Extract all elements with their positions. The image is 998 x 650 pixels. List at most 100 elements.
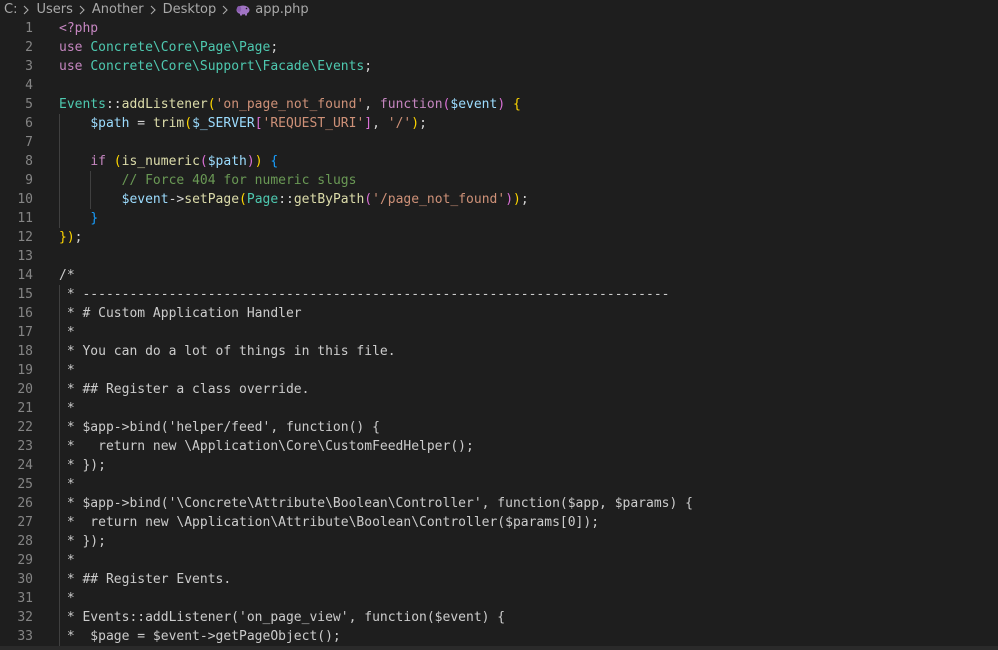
code-token: [: [254, 116, 263, 131]
code-line[interactable]: 3 use Concrete\Core\Support\Facade\Events…: [0, 57, 998, 76]
line-number: 28: [17, 534, 33, 549]
horizontal-scrollbar[interactable]: [0, 646, 998, 650]
code-token: *: [59, 325, 75, 340]
code-text: * You can do a lot of things in this fil…: [59, 342, 396, 361]
code-token: * ## Register Events.: [59, 572, 232, 587]
code-line[interactable]: 33 * $page = $event->getPageObject();: [0, 627, 998, 646]
code-line[interactable]: 28 * });: [0, 532, 998, 551]
line-number: 13: [17, 249, 33, 264]
code-line[interactable]: 14 /*: [0, 266, 998, 285]
code-token: (: [184, 116, 193, 131]
line-number: 4: [25, 78, 33, 93]
code-line[interactable]: 7: [0, 133, 998, 152]
code-token: ): [513, 192, 521, 207]
code-token: (: [207, 97, 216, 112]
code-line[interactable]: 2 use Concrete\Core\Page\Page;: [0, 38, 998, 57]
code-token: * Events::addListener('on_page_view', fu…: [59, 610, 506, 625]
code-line[interactable]: 5 Events::addListener('on_page_not_found'…: [0, 95, 998, 114]
code-text: }: [59, 209, 98, 228]
php-elephant-icon: [235, 4, 251, 16]
chevron-right-icon: [149, 5, 158, 15]
breadcrumb-another[interactable]: Another: [92, 2, 144, 17]
code-line[interactable]: 27 * return new \Application\Attribute\B…: [0, 513, 998, 532]
code-line[interactable]: 18 * You can do a lot of things in this …: [0, 342, 998, 361]
code-text: use Concrete\Core\Page\Page;: [59, 38, 278, 57]
code-token: ;: [74, 230, 83, 245]
code-token: 'REQUEST_URI': [262, 116, 365, 131]
code-line[interactable]: 11 }: [0, 209, 998, 228]
code-line[interactable]: 23 * return new \Application\Core\Custom…: [0, 437, 998, 456]
code-line[interactable]: 6 $path = trim($_SERVER['REQUEST_URI'], …: [0, 114, 998, 133]
code-token: ;: [520, 192, 529, 207]
code-line[interactable]: 32 * Events::addListener('on_page_view',…: [0, 608, 998, 627]
code-text: *: [59, 589, 75, 608]
code-token: * # Custom Application Handler: [59, 306, 302, 321]
code-token: // Force 404 for numeric slugs: [121, 173, 357, 188]
line-number: 3: [25, 59, 33, 74]
code-line[interactable]: 31 *: [0, 589, 998, 608]
code-text: * return new \Application\Attribute\Bool…: [59, 513, 599, 532]
code-token: ,: [364, 97, 380, 112]
code-token: $path: [207, 154, 247, 169]
code-token: ;: [419, 116, 427, 131]
code-token: ): [497, 97, 506, 112]
code-line[interactable]: 17 *: [0, 323, 998, 342]
code-text: * $app->bind('helper/feed', function() {: [59, 418, 380, 437]
code-token: use: [59, 59, 83, 74]
code-line[interactable]: 16 * # Custom Application Handler: [0, 304, 998, 323]
code-token: *: [59, 591, 75, 606]
line-number: 18: [17, 344, 33, 359]
code-line[interactable]: 4: [0, 76, 998, 95]
code-text: <?php: [59, 19, 98, 38]
code-line[interactable]: 10 $event->setPage(Page::getByPath('/pag…: [0, 190, 998, 209]
code-line[interactable]: 8 if (is_numeric($path)) {: [0, 152, 998, 171]
code-line[interactable]: 15 * -----------------------------------…: [0, 285, 998, 304]
line-number: 21: [17, 401, 33, 416]
breadcrumb-file[interactable]: app.php: [235, 2, 309, 17]
code-token: *: [59, 363, 75, 378]
code-token: * $app->bind('\Concrete\Attribute\Boolea…: [59, 496, 693, 511]
code-token: ;: [364, 59, 373, 74]
line-number: 27: [17, 515, 33, 530]
code-text: * });: [59, 532, 106, 551]
code-line[interactable]: 1 <?php: [0, 19, 998, 38]
code-line[interactable]: 21 *: [0, 399, 998, 418]
code-token: <?php: [59, 21, 99, 36]
breadcrumb-desktop[interactable]: Desktop: [163, 2, 217, 17]
breadcrumb-users[interactable]: Users: [36, 2, 72, 17]
code-line[interactable]: 29 *: [0, 551, 998, 570]
code-token: ): [246, 154, 255, 169]
code-line[interactable]: 25 *: [0, 475, 998, 494]
code-token: $event: [450, 97, 498, 112]
line-number: 30: [17, 572, 33, 587]
code-text: * $page = $event->getPageObject();: [59, 627, 341, 646]
code-token: }: [59, 230, 67, 245]
line-number: 14: [17, 268, 33, 283]
code-text: * ## Register a class override.: [59, 380, 310, 399]
code-line[interactable]: 13: [0, 247, 998, 266]
code-line[interactable]: 24 * });: [0, 456, 998, 475]
code-token: getByPath: [293, 192, 365, 207]
code-text: * --------------------------------------…: [59, 285, 670, 304]
code-text: *: [59, 551, 75, 570]
code-token: =: [129, 116, 153, 131]
code-line[interactable]: 20 * ## Register a class override.: [0, 380, 998, 399]
code-line[interactable]: 30 * ## Register Events.: [0, 570, 998, 589]
code-line[interactable]: 12});: [0, 228, 998, 247]
code-token: function: [379, 97, 443, 112]
code-line[interactable]: 22 * $app->bind('helper/feed', function(…: [0, 418, 998, 437]
code-token: Concrete\Core\Page\Page: [90, 40, 271, 55]
code-text: *: [59, 475, 75, 494]
breadcrumb-file-label: app.php: [255, 2, 309, 17]
breadcrumb-drive[interactable]: C:: [4, 2, 17, 17]
code-line[interactable]: 9 // Force 404 for numeric slugs: [0, 171, 998, 190]
code-line[interactable]: 26 * $app->bind('\Concrete\Attribute\Boo…: [0, 494, 998, 513]
code-editor[interactable]: 1 <?php 2 use Concrete\Core\Page\Page; 3 use …: [0, 19, 998, 650]
code-text: * });: [59, 456, 106, 475]
code-line[interactable]: 19 *: [0, 361, 998, 380]
code-token: ,: [372, 116, 388, 131]
